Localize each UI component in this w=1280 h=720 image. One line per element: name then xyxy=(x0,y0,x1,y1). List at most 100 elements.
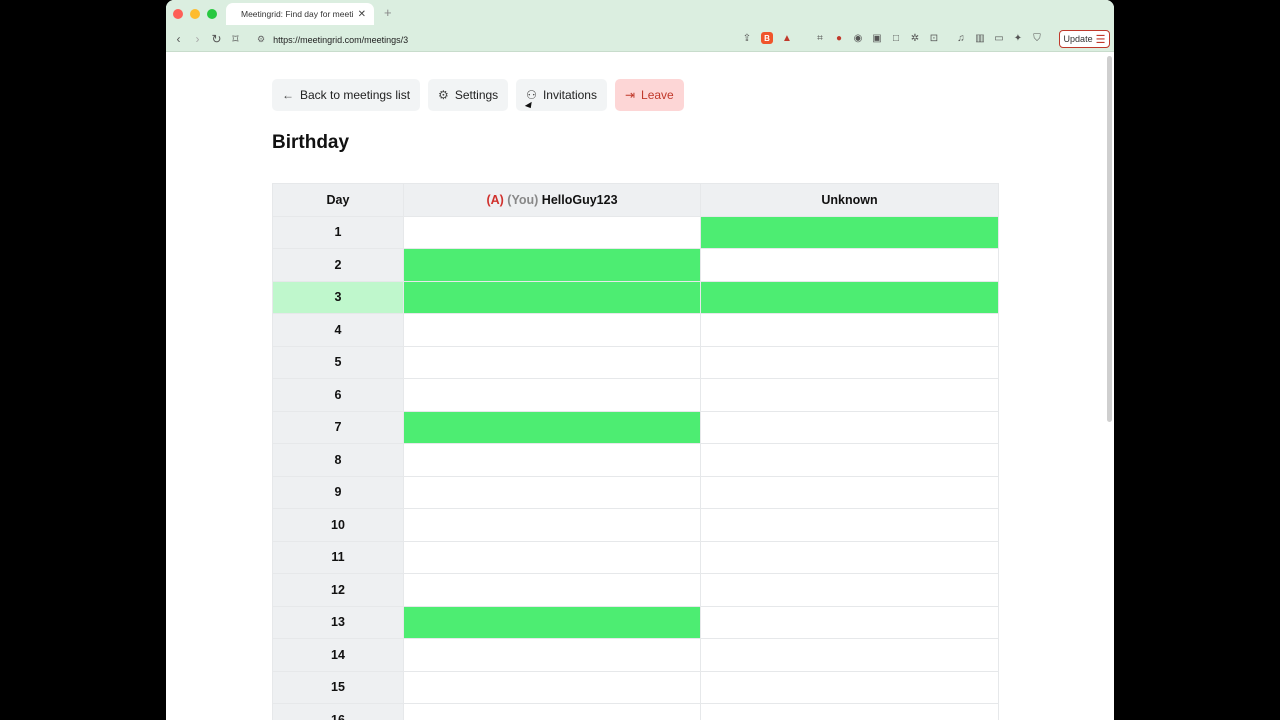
window-controls xyxy=(173,8,217,19)
day-cell: 13 xyxy=(272,605,404,639)
grid-row: 9 xyxy=(272,475,999,509)
puzzle-icon[interactable]: ✲ xyxy=(909,32,921,44)
browser-window: Meetingrid: Find day for meeti ✕ + ‹ › ↻… xyxy=(166,0,1114,720)
day-cell: 14 xyxy=(272,638,404,672)
day-cell: 12 xyxy=(272,573,404,607)
availability-cell[interactable] xyxy=(403,313,701,347)
availability-cell[interactable] xyxy=(403,638,701,672)
availability-cell xyxy=(700,410,999,444)
availability-cell[interactable] xyxy=(403,215,701,249)
brave-rewards-icon[interactable]: ▲ xyxy=(781,32,793,44)
gear-icon: ⚙ xyxy=(438,88,449,102)
day-cell: 7 xyxy=(272,410,404,444)
browser-tab[interactable]: Meetingrid: Find day for meeti ✕ xyxy=(226,3,374,25)
availability-cell[interactable] xyxy=(403,378,701,412)
sidebar-icon[interactable]: ▥ xyxy=(974,32,986,44)
grid-row: 1 xyxy=(272,215,999,249)
availability-cell xyxy=(700,313,999,347)
availability-cell[interactable] xyxy=(403,703,701,720)
availability-cell[interactable] xyxy=(403,475,701,509)
availability-cell[interactable] xyxy=(403,540,701,574)
grid-row: 14 xyxy=(272,638,999,672)
grid-row: 12 xyxy=(272,573,999,607)
availability-cell xyxy=(700,638,999,672)
availability-cell[interactable] xyxy=(403,248,701,282)
day-cell: 10 xyxy=(272,508,404,542)
availability-cell xyxy=(700,215,999,249)
vpn-icon[interactable]: ⛉ xyxy=(1031,32,1043,44)
settings-button[interactable]: ⚙ Settings xyxy=(428,79,509,111)
availability-cell[interactable] xyxy=(403,605,701,639)
back-to-meetings-button[interactable]: ← Back to meetings list xyxy=(272,79,421,111)
participant-name: HelloGuy123 xyxy=(541,192,618,207)
grid-row: 10 xyxy=(272,508,999,542)
grid-header-row: Day (A) (You) HelloGuy123 Unknown xyxy=(272,183,999,217)
back-label: Back to meetings list xyxy=(300,88,411,102)
extension-icon[interactable]: ⌗ xyxy=(814,32,826,44)
grid-row: 5 xyxy=(272,345,999,379)
extension-icon[interactable]: ⊡ xyxy=(928,32,940,44)
availability-cell[interactable] xyxy=(403,508,701,542)
day-cell: 15 xyxy=(272,670,404,704)
menu-icon: ☰ xyxy=(1095,33,1106,46)
availability-cell[interactable] xyxy=(403,443,701,477)
availability-cell[interactable] xyxy=(403,670,701,704)
page-title: Birthday xyxy=(272,132,350,153)
back-icon[interactable]: ‹ xyxy=(169,32,188,46)
availability-cell xyxy=(700,475,999,509)
logout-icon: ⇥ xyxy=(624,88,636,102)
availability-cell xyxy=(700,703,999,720)
reload-icon[interactable]: ↻ xyxy=(207,32,226,46)
update-label: Update xyxy=(1063,34,1093,44)
availability-cell[interactable] xyxy=(403,280,701,314)
day-cell: 16 xyxy=(272,703,404,720)
admin-badge: (A) xyxy=(486,192,504,207)
url-text: https://meetingrid.com/meetings/3 xyxy=(273,34,409,45)
availability-cell[interactable] xyxy=(403,573,701,607)
close-window-button[interactable] xyxy=(173,8,183,19)
address-bar[interactable]: ⚙ https://meetingrid.com/meetings/3 xyxy=(251,30,791,49)
brave-shields-icon[interactable]: B xyxy=(761,32,773,44)
day-cell: 2 xyxy=(272,248,404,282)
extension-icon[interactable]: □ xyxy=(890,32,902,44)
page-scrollbar[interactable] xyxy=(1107,56,1112,422)
availability-cell[interactable] xyxy=(403,410,701,444)
availability-cell[interactable] xyxy=(403,345,701,379)
extension-icon[interactable]: ▣ xyxy=(871,32,883,44)
grid-row: 15 xyxy=(272,670,999,704)
availability-cell xyxy=(700,670,999,704)
grid-row: 4 xyxy=(272,313,999,347)
wallet-icon[interactable]: ▭ xyxy=(993,32,1005,44)
leave-button[interactable]: ⇥ Leave xyxy=(614,79,684,111)
grid-row: 16 xyxy=(272,703,999,720)
day-cell: 5 xyxy=(272,345,404,379)
forward-icon[interactable]: › xyxy=(188,32,207,46)
new-tab-button[interactable]: + xyxy=(384,5,392,20)
participant-column-header: Unknown xyxy=(700,183,999,217)
grid-row: 6 xyxy=(272,378,999,412)
extension-icon[interactable]: ◉ xyxy=(852,32,864,44)
availability-cell xyxy=(700,280,999,314)
close-tab-icon[interactable]: ✕ xyxy=(358,9,366,20)
availability-cell xyxy=(700,248,999,282)
grid-row: 11 xyxy=(272,540,999,574)
grid-row: 8 xyxy=(272,443,999,477)
availability-cell xyxy=(700,345,999,379)
bookmark-icon[interactable]: ⌑ xyxy=(226,32,245,46)
user-plus-icon: ⚇ xyxy=(526,88,537,102)
tab-title: Meetingrid: Find day for meeti xyxy=(241,9,354,19)
tab-bar: Meetingrid: Find day for meeti ✕ + xyxy=(166,0,1114,27)
share-icon[interactable]: ⇪ xyxy=(741,32,753,44)
minimize-window-button[interactable] xyxy=(190,8,200,19)
maximize-window-button[interactable] xyxy=(207,8,217,19)
music-icon[interactable]: ♫ xyxy=(955,32,967,44)
leo-ai-icon[interactable]: ✦ xyxy=(1012,32,1024,44)
availability-cell xyxy=(700,443,999,477)
site-settings-icon[interactable]: ⚙ xyxy=(257,34,265,45)
grid-body: 1 2 3 4 5 6 7 8 9 10 11 12 13 14 15 16 xyxy=(272,215,999,720)
update-button[interactable]: Update ☰ xyxy=(1059,30,1110,48)
availability-cell xyxy=(700,508,999,542)
media-extension-icon[interactable]: ● xyxy=(833,32,845,44)
day-cell: 4 xyxy=(272,313,404,347)
page-content: ← Back to meetings list ⚙ Settings ⚇ Inv… xyxy=(166,52,1114,720)
